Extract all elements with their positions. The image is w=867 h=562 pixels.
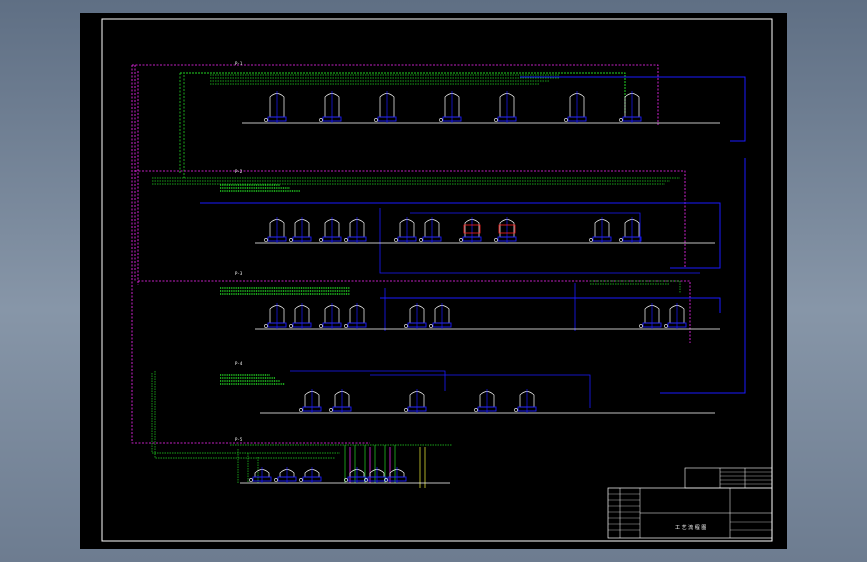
vessel-tank: [564, 91, 587, 123]
vessel-tank: [419, 217, 442, 243]
vessel-tank: [619, 217, 642, 243]
section-1: P-1: [131, 61, 746, 285]
title-block: 工 艺 流 程 图: [607, 467, 773, 539]
svg-text:P-1: P-1: [235, 61, 243, 66]
vessel-tank: [404, 303, 427, 329]
vessel-tank: [264, 217, 287, 243]
section-2: P-2: [135, 169, 721, 274]
vessel-tank: [319, 217, 342, 243]
vessel-tank: [299, 467, 322, 483]
vessel-tank: [429, 303, 452, 329]
vessel-tank: [404, 389, 427, 413]
process-flow-diagram: P-1 P-2 P-3 P-4 P-5 工 艺 流 程 图: [101, 18, 773, 542]
vessel-tank: [329, 389, 352, 413]
vessel-tank: [394, 217, 417, 243]
vessel-tank: [439, 91, 462, 123]
vessel-tank: [494, 217, 517, 243]
vessel-tank: [289, 303, 312, 329]
vessel-tank: [344, 217, 367, 243]
drawing-title: 工 艺 流 程 图: [675, 524, 706, 531]
cad-drawing-canvas: P-1 P-2 P-3 P-4 P-5 工 艺 流 程 图: [80, 13, 787, 549]
vessel-tank: [459, 217, 482, 243]
svg-text:P-4: P-4: [235, 361, 243, 366]
vessel-tank: [264, 303, 287, 329]
vessel-tank: [589, 217, 612, 243]
vessel-tank: [664, 303, 687, 329]
svg-text:P-2: P-2: [235, 169, 243, 174]
vessel-tank: [619, 91, 642, 123]
vessel-tank: [344, 303, 367, 329]
vessel-tank: [289, 217, 312, 243]
vessel-tank: [249, 467, 272, 483]
vessel-tank: [319, 303, 342, 329]
vessel-tank: [514, 389, 537, 413]
vessel-tank: [299, 389, 322, 413]
outer-frame: [101, 18, 773, 542]
vessel-tank: [474, 389, 497, 413]
vessel-tank: [639, 303, 662, 329]
vessel-tank: [374, 91, 397, 123]
svg-text:P-3: P-3: [235, 271, 243, 276]
vessel-tank: [264, 91, 287, 123]
vessel-tank: [494, 91, 517, 123]
section-3: P-3: [138, 271, 721, 343]
section-5: P-5: [230, 437, 452, 488]
svg-text:P-5: P-5: [235, 437, 243, 442]
vessel-tank: [319, 91, 342, 123]
vessel-tank: [274, 467, 297, 483]
